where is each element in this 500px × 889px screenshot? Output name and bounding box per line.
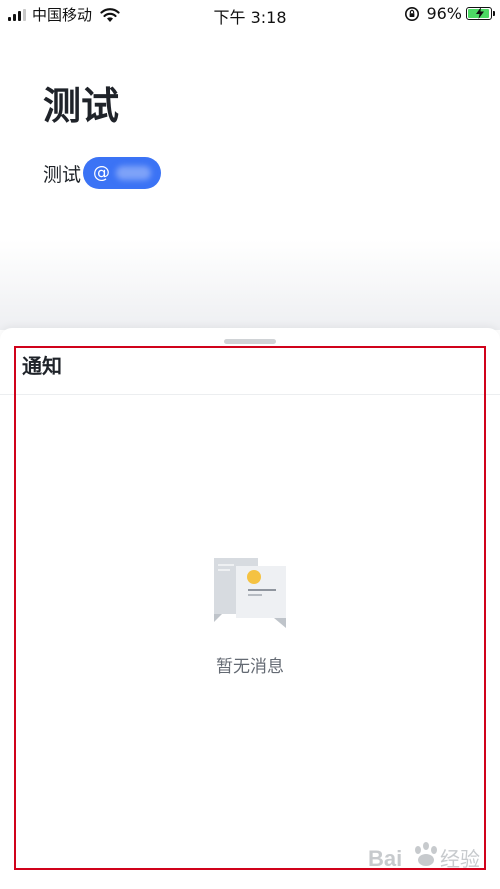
battery-percent: 96% [426,4,462,23]
status-bar: 中国移动 下午 3:18 96% [0,0,500,28]
svg-text:Bai: Bai [368,846,402,871]
annotation-highlight-frame [14,346,486,870]
charging-bolt-icon [476,7,484,19]
mention-chip[interactable]: @ [83,157,162,189]
document-paragraph[interactable]: 测试 @ [43,157,162,189]
baidu-jingyan-watermark-logo: Bai 经验 [368,842,480,871]
screen: 中国移动 下午 3:18 96% 测试 测试 @ 通知 暂无消息 Bai 经验 [0,0,500,889]
document-title[interactable]: 测试 [43,75,119,130]
mention-at-symbol: @ [93,163,111,183]
paragraph-text: 测试 [43,163,82,186]
rotation-lock-icon [405,6,420,21]
mention-name-blurred [116,166,152,180]
status-right: 96% [404,4,495,23]
sheet-drag-handle[interactable] [224,339,276,344]
sheet-backdrop-fade [0,240,500,330]
battery-level [468,7,490,19]
battery-icon [466,7,495,20]
svg-text:经验: 经验 [440,847,480,871]
